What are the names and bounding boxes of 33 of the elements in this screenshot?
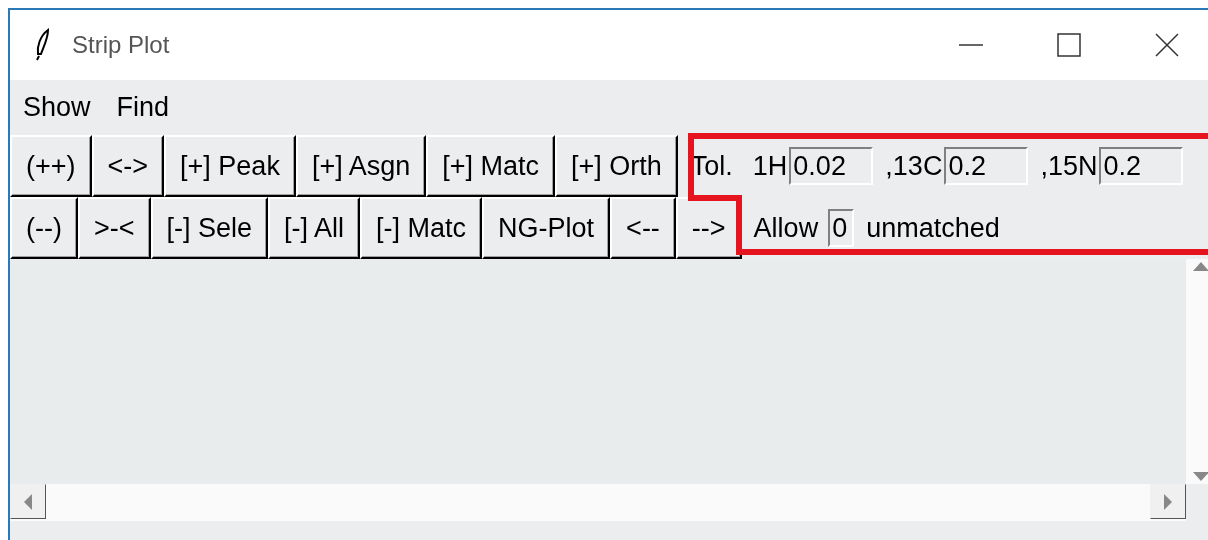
toolbar-button[interactable]: <-- [610, 197, 676, 259]
maximize-icon[interactable] [1057, 33, 1081, 57]
toolbar-button[interactable]: >-< [77, 197, 151, 259]
toolbar-button[interactable]: <-> [91, 135, 165, 197]
unmatched-label: unmatched [866, 212, 1000, 244]
menu-item[interactable]: Show [23, 92, 91, 123]
toolbar-button[interactable]: NG-Plot [482, 197, 611, 259]
input-field[interactable]: 0.02 [789, 147, 874, 185]
field-label: ,15N [1040, 150, 1098, 182]
input-field[interactable]: 0.2 [944, 147, 1029, 185]
input-field[interactable]: 0.2 [1099, 147, 1184, 185]
left-arrow-icon [22, 492, 34, 511]
menu-item[interactable]: Find [116, 92, 170, 123]
field-label: ,13C [885, 150, 943, 182]
toolbar-button[interactable]: [+] Peak [164, 135, 296, 197]
horizontal-scrollbar[interactable] [10, 484, 1208, 521]
toolbar-button[interactable]: [-] All [268, 197, 361, 259]
input-field[interactable]: 0 [828, 209, 855, 247]
toolbar-button[interactable]: (++) [10, 135, 92, 197]
allow-label: Allow [753, 212, 819, 244]
field-label: 1H [752, 150, 788, 182]
tolerance-label: Tol. [690, 150, 733, 182]
toolbar-button[interactable]: (--) [10, 197, 78, 259]
toolbar-button[interactable]: [+] Asgn [295, 135, 427, 197]
close-icon[interactable] [1155, 33, 1179, 57]
toolbar-button[interactable]: [+] Matc [426, 135, 555, 197]
window-title: Strip Plot [72, 31, 170, 59]
toolbar-button[interactable]: [+] Orth [555, 135, 678, 197]
toolbar-button[interactable]: [-] Matc [360, 197, 483, 259]
right-arrow-icon [1162, 492, 1174, 511]
vertical-scrollbar[interactable] [1186, 259, 1208, 484]
toolbar-button[interactable]: [-] Sele [150, 197, 269, 259]
feather-icon [34, 28, 52, 62]
